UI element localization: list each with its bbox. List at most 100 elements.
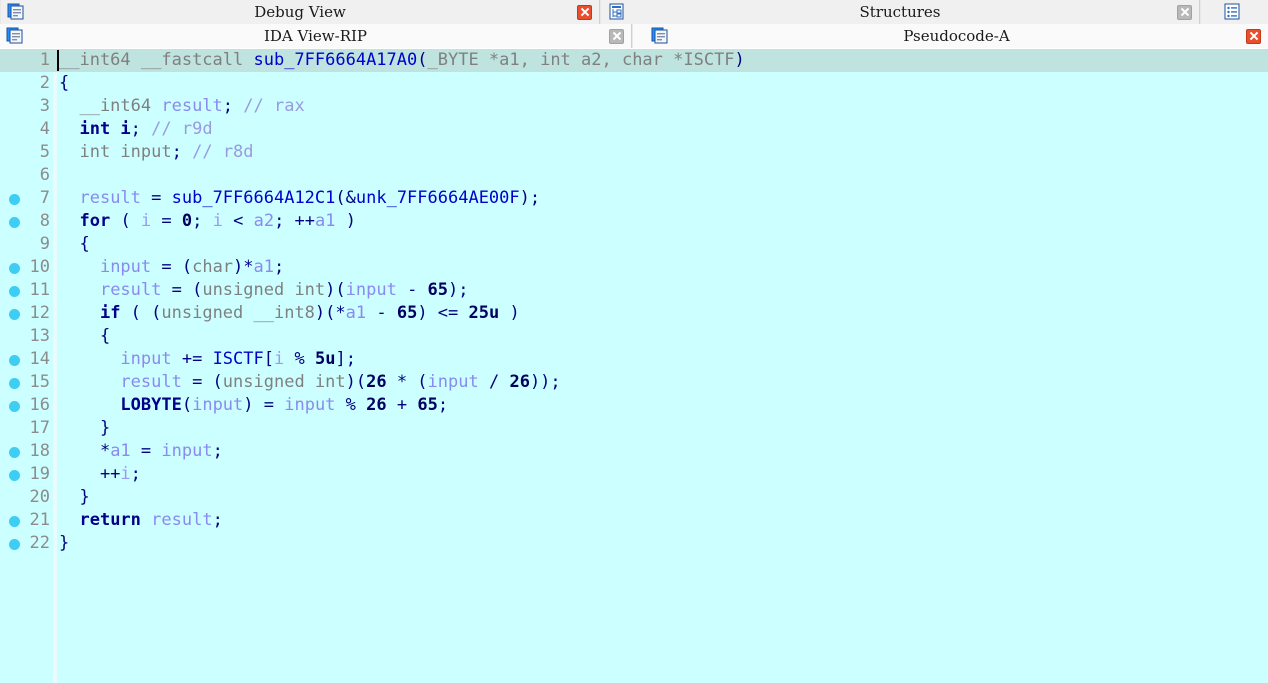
close-icon[interactable] [577,4,592,20]
code-line[interactable]: 2{ [0,72,1268,95]
code-text: } [59,532,69,555]
code-text: int input; // r8d [59,141,253,164]
code-token: ; [222,96,234,116]
close-icon[interactable] [609,28,624,44]
code-line[interactable]: 18 *a1 = input; [0,440,1268,463]
code-line[interactable]: 6 [0,164,1268,187]
code-line[interactable]: 8 for ( i = 0; i < a2; ++a1 ) [0,210,1268,233]
code-token: = [140,188,172,208]
code-token: _BYTE *a1, int a2, char *ISCTF [427,50,735,70]
line-number: 7 [39,188,50,208]
code-text: { [59,233,89,256]
code-token: = [151,211,182,231]
code-text: if ( (unsigned __int8)(*a1 - 65) <= 25u … [59,302,520,325]
ida-pseudocode-window: Debug View Structures IDA View-RIP Pseud… [0,0,1268,683]
code-line[interactable]: 15 result = (unsigned int)(26 * (input /… [0,371,1268,394]
code-line[interactable]: 9 { [0,233,1268,256]
code-token: ; [130,464,141,484]
code-token: 65 [396,303,418,323]
code-text: input = (char)*a1; [59,256,284,279]
line-number: 19 [29,464,50,484]
code-token: * [59,441,111,461]
code-line[interactable]: 3 __int64 result; // rax [0,95,1268,118]
line-number: 17 [29,418,50,438]
close-icon[interactable] [1246,28,1261,44]
code-token: i [274,349,285,369]
code-token: - [366,303,397,323]
code-token: = ( [181,372,223,392]
code-token: ); [519,188,541,208]
code-token: i [140,211,152,231]
code-line[interactable]: 1 __int64 __fastcall sub_7FF6664A17A0(_BY… [0,49,1268,72]
code-text: { [59,72,69,95]
code-line[interactable]: 14 input += ISCTF[i % 5u]; [0,348,1268,371]
code-line[interactable]: 22} [0,532,1268,555]
code-line[interactable]: 11 result = (unsigned int)(input - 65); [0,279,1268,302]
code-token: ( [110,211,141,231]
code-text: LOBYTE(input) = input % 26 + 65; [59,394,448,417]
code-text: } [59,486,89,509]
code-line[interactable]: 16 LOBYTE(input) = input % 26 + 65; [0,394,1268,417]
code-token: ; [212,441,223,461]
code-line[interactable]: 12 if ( (unsigned __int8)(*a1 - 65) <= 2… [0,302,1268,325]
code-token: i [120,464,131,484]
code-token: - [396,280,428,300]
code-line[interactable]: 21 return result; [0,509,1268,532]
tab-ida-view-rip[interactable]: IDA View-RIP [0,24,632,48]
code-text: int i; // r9d [59,118,212,141]
code-token: ( ( [120,303,162,323]
tab-pseudocode-a[interactable]: Pseudocode-A [632,24,1268,48]
code-token: 25u [468,303,500,323]
code-token: 26 [366,372,387,392]
tab-enums[interactable] [1200,0,1268,24]
line-number: 3 [39,96,50,116]
line-number: 22 [29,533,50,553]
code-token: ]; [335,349,356,369]
code-line[interactable]: 17 } [0,417,1268,440]
code-token: [ [263,349,274,369]
code-token: ) [335,211,356,231]
code-line[interactable]: 13 { [0,325,1268,348]
tab-debug-view[interactable]: Debug View [0,0,600,24]
code-token: unsigned int [222,372,346,392]
enums-icon [1223,3,1243,21]
close-icon[interactable] [1177,4,1192,20]
line-number: 21 [29,510,50,530]
code-token: } [59,418,111,438]
code-text: result = sub_7FF6664A12C1(&unk_7FF6664AE… [59,187,540,210]
line-number: 14 [29,349,50,369]
pseudocode-editor[interactable]: 1 __int64 __fastcall sub_7FF6664A17A0(_BY… [0,49,1268,683]
code-token: unk_7FF6664AE00F [355,188,520,208]
code-token: + [386,395,418,415]
code-line[interactable]: 20 } [0,486,1268,509]
code-line[interactable]: 4 int i; // r9d [0,118,1268,141]
line-number: 4 [39,119,50,139]
code-token: return [79,510,141,530]
code-line[interactable]: 10 input = (char)*a1; [0,256,1268,279]
code-token: char [192,257,234,277]
tab-structures[interactable]: Structures [600,0,1200,24]
code-text: } [59,417,110,440]
code-text: result = (unsigned int)(input - 65); [59,279,469,302]
code-line[interactable]: 19 ++i; [0,463,1268,486]
code-token: % [284,349,315,369]
code-token: 0 [181,211,193,231]
code-token: 26 [509,372,530,392]
tabbar-top: Debug View Structures [0,0,1268,24]
code-token: )(* [314,303,346,323]
code-line[interactable]: 7 result = sub_7FF6664A12C1(&unk_7FF6664… [0,187,1268,210]
code-token: ) [499,303,520,323]
line-number: 6 [39,165,50,185]
code-text: input += ISCTF[i % 5u]; [59,348,356,371]
tab-label: Structures [859,3,941,21]
code-token: ; [437,395,449,415]
code-line[interactable]: 5 int input; // r8d [0,141,1268,164]
code-token: ) [734,50,745,70]
line-number: 15 [29,372,50,392]
